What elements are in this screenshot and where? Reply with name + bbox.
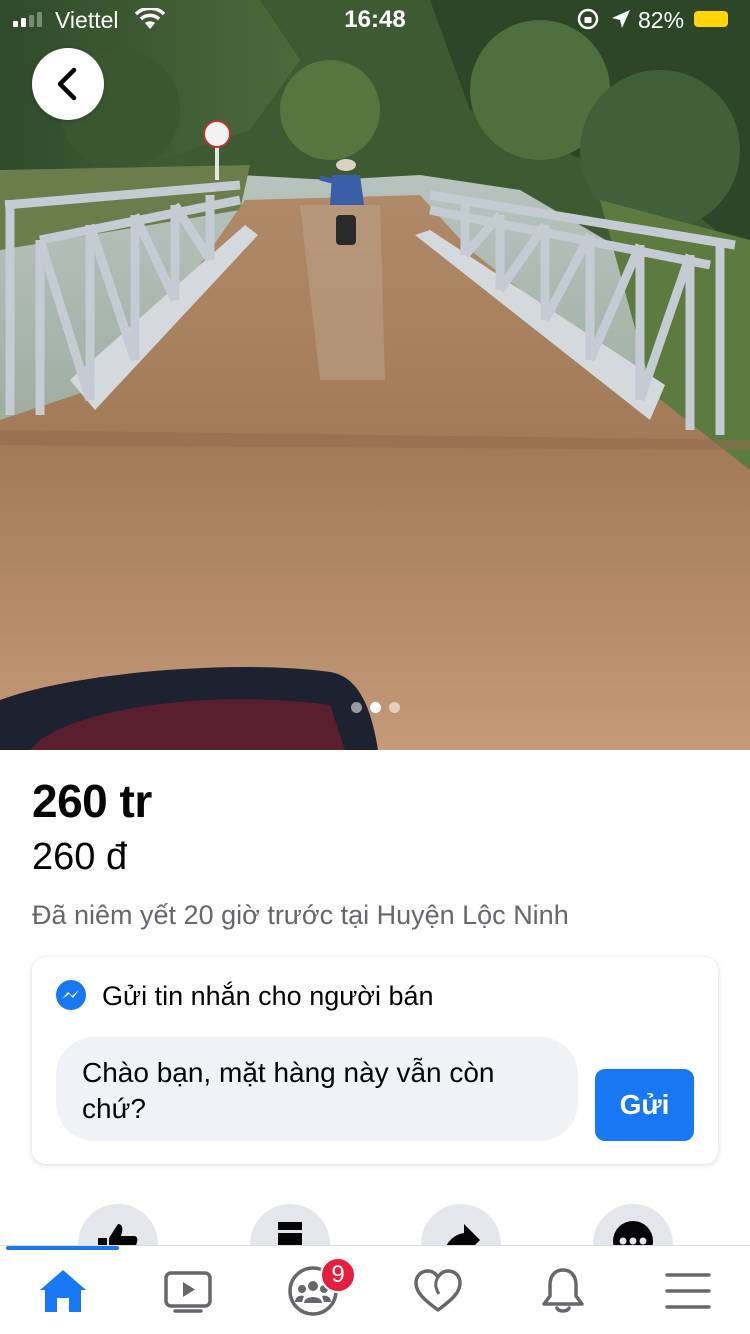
tab-watch[interactable] — [125, 1246, 250, 1334]
send-button[interactable]: Gửi — [595, 1069, 694, 1141]
share-icon — [446, 1224, 480, 1245]
messenger-icon — [56, 980, 86, 1010]
tab-groups[interactable]: 9 — [250, 1246, 375, 1334]
share-button[interactable] — [421, 1204, 501, 1245]
tab-dating[interactable] — [375, 1246, 500, 1334]
save-button[interactable] — [250, 1204, 330, 1245]
battery-percent: 82% — [638, 7, 685, 33]
chevron-left-icon — [57, 67, 77, 101]
rotation-lock-icon — [577, 8, 599, 30]
message-seller-card: Gửi tin nhắn cho người bán Chào bạn, mặt… — [32, 957, 718, 1164]
home-icon — [39, 1269, 86, 1312]
pager-dot[interactable] — [350, 702, 362, 713]
pager-dot[interactable] — [388, 702, 400, 713]
more-icon — [613, 1221, 653, 1245]
photo-pager-dots[interactable] — [0, 702, 750, 713]
bridge-photo — [0, 0, 750, 750]
listed-time-location: Đã niêm yết 20 giờ trước tại Huyện Lộc N… — [32, 900, 569, 930]
tab-notifications[interactable] — [500, 1246, 625, 1334]
menu-icon — [664, 1272, 711, 1309]
status-bar: Viettel 16:48 82% — [0, 0, 750, 40]
listing-price: 260 tr — [32, 775, 152, 827]
listing-price-detail: 260 đ — [32, 836, 128, 878]
listing-photo[interactable]: Viettel 16:48 82% — [0, 0, 750, 750]
notifications-icon — [541, 1267, 584, 1313]
listing-details: 260 tr 260 đ Đã niêm yết 20 giờ trước tạ… — [0, 750, 750, 1245]
groups-notification-badge: 9 — [320, 1257, 356, 1293]
bottom-tab-bar: 9 — [0, 1245, 750, 1334]
pager-dot[interactable] — [369, 702, 381, 713]
tab-home[interactable] — [0, 1246, 125, 1334]
watch-icon — [163, 1270, 212, 1313]
action-buttons-row — [0, 1204, 750, 1245]
battery-icon — [694, 11, 728, 27]
message-input[interactable]: Chào bạn, mặt hàng này vẫn còn chứ? — [56, 1037, 578, 1141]
like-icon — [98, 1224, 138, 1245]
dating-icon — [413, 1268, 462, 1312]
message-card-title: Gửi tin nhắn cho người bán — [102, 980, 434, 1011]
back-button[interactable] — [32, 48, 104, 120]
like-button[interactable] — [78, 1204, 158, 1245]
tab-menu[interactable] — [625, 1246, 750, 1334]
location-arrow-icon — [612, 10, 630, 28]
more-button[interactable] — [593, 1204, 673, 1245]
save-icon — [278, 1222, 302, 1245]
